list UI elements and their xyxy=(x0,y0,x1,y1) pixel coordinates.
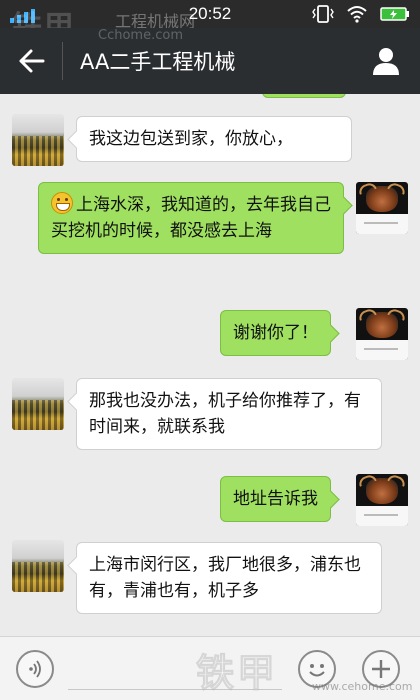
watermark-logo: 铁甲 xyxy=(195,651,279,696)
battery-icon xyxy=(380,7,409,21)
avatar[interactable] xyxy=(12,114,64,166)
avatar[interactable] xyxy=(12,378,64,430)
watermark-url: Cchome.com xyxy=(98,28,183,43)
previous-message-fragment xyxy=(262,94,346,98)
chat-title: AA二手工程机械 xyxy=(80,50,236,74)
avatar[interactable] xyxy=(12,540,64,592)
header-divider xyxy=(62,42,63,80)
message-bubble-sent[interactable]: 谢谢你了！ xyxy=(220,310,331,356)
message-bubble-sent[interactable]: 上海水深，我知道的，去年我自己买挖机的时候，都没感去上海 xyxy=(38,182,344,254)
status-bar: 铁甲 工程机械网 20:52 xyxy=(0,0,420,45)
message-bubble-received[interactable]: 我这边包送到家，你放心， xyxy=(76,116,352,162)
message-text: 上海水深，我知道的，去年我自己买挖机的时候，都没感去上海 xyxy=(51,195,331,241)
wifi-icon xyxy=(347,6,367,23)
avatar[interactable] xyxy=(356,474,408,526)
message-bubble-received[interactable]: 上海市闵行区，我厂地很多，浦东也有，青浦也有，机子多 xyxy=(76,542,382,614)
grin-emoji-icon xyxy=(51,192,73,214)
person-icon[interactable] xyxy=(372,46,400,76)
voice-button[interactable] xyxy=(16,650,54,688)
avatar[interactable] xyxy=(356,182,408,234)
message-bubble-received[interactable]: 那我也没办法，机子给你推荐了，有时间来，就联系我 xyxy=(76,378,382,450)
message-list: 我这边包送到家，你放心， 上海水深，我知道的，去年我自己买挖机的时候，都没感去上… xyxy=(0,94,420,636)
voice-icon xyxy=(29,660,41,678)
chat-header: AA二手工程机械 xyxy=(0,28,420,94)
watermark-url: www.cehome.com xyxy=(312,680,413,693)
arrow-left-icon[interactable] xyxy=(18,48,46,74)
avatar[interactable] xyxy=(356,308,408,360)
vibrate-icon xyxy=(312,5,334,23)
message-bubble-sent[interactable]: 地址告诉我 xyxy=(220,476,331,522)
